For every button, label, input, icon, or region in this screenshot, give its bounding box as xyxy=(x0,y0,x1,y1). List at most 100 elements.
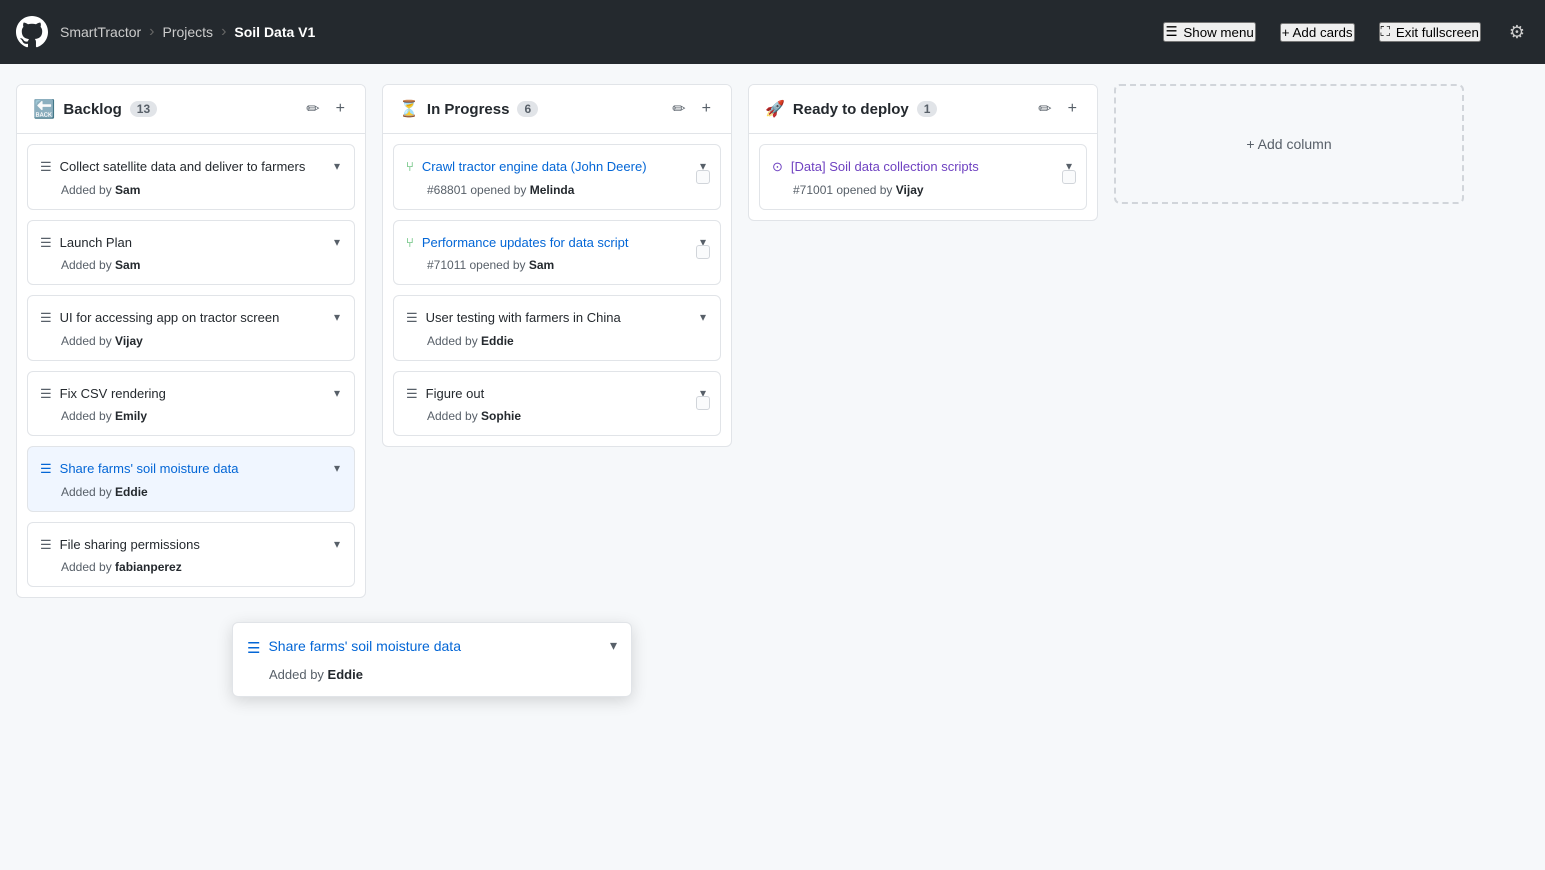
popup-card-title[interactable]: Share farms' soil moisture data xyxy=(268,637,602,657)
card-author: Emily xyxy=(115,409,147,423)
card-title: Collect satellite data and deliver to fa… xyxy=(60,157,324,177)
card-meta: Added by Emily xyxy=(61,409,342,423)
exit-fullscreen-button[interactable]: ⛶ Exit fullscreen xyxy=(1379,22,1481,42)
settings-button[interactable]: ⚙ xyxy=(1505,18,1529,47)
column-inprogress: ⏳ In Progress 6 ✏ + ⑂ Crawl tractor engi… xyxy=(382,84,732,447)
exit-fullscreen-label: Exit fullscreen xyxy=(1396,25,1479,40)
app-header: SmartTractor › Projects › Soil Data V1 ☰… xyxy=(0,0,1545,64)
card-expand-button[interactable]: ▾ xyxy=(332,157,342,175)
inprogress-count: 6 xyxy=(517,101,538,117)
breadcrumb-projects[interactable]: Projects xyxy=(162,24,213,40)
card-expand-button[interactable]: ▾ xyxy=(332,459,342,477)
note-icon: ☰ xyxy=(40,235,52,251)
readytodeploy-edit-button[interactable]: ✏ xyxy=(1034,97,1055,121)
popup-card-author: Eddie xyxy=(328,667,363,682)
card-author: fabianperez xyxy=(115,560,182,574)
board-scroll: 🔙 Backlog 13 ✏ + ☰ Collect satellite dat… xyxy=(0,64,1545,870)
show-menu-button[interactable]: ☰ Show menu xyxy=(1163,22,1255,42)
card-meta: Added by Vijay xyxy=(61,334,342,348)
card-meta: #71001 opened by Vijay xyxy=(793,183,1074,197)
board-wrapper: 🔙 Backlog 13 ✏ + ☰ Collect satellite dat… xyxy=(0,64,1545,870)
card-crawl-tractor: ⑂ Crawl tractor engine data (John Deere)… xyxy=(393,144,721,210)
hamburger-icon: ☰ xyxy=(1165,24,1177,40)
card-number: #71001 xyxy=(793,183,833,197)
pr-icon: ⑂ xyxy=(406,159,414,174)
readytodeploy-add-button[interactable]: + xyxy=(1064,98,1081,120)
card-number: #71011 xyxy=(427,258,466,272)
add-column-button[interactable]: + Add column xyxy=(1114,84,1464,204)
card-expand-button[interactable]: ▾ xyxy=(332,308,342,326)
card-author: Eddie xyxy=(481,334,514,348)
inprogress-edit-button[interactable]: ✏ xyxy=(668,97,689,121)
card-title[interactable]: Performance updates for data script xyxy=(422,233,690,253)
show-menu-label: Show menu xyxy=(1183,25,1253,40)
card-title[interactable]: [Data] Soil data collection scripts xyxy=(791,157,1056,177)
card-expand-button[interactable]: ▾ xyxy=(698,308,708,326)
backlog-count: 13 xyxy=(130,101,157,117)
readytodeploy-count: 1 xyxy=(917,101,938,117)
card-performance-updates: ⑂ Performance updates for data script ▾ … xyxy=(393,220,721,286)
backlog-icon: 🔙 xyxy=(33,99,55,120)
card-expand-button[interactable]: ▾ xyxy=(332,384,342,402)
popup-card-meta: Added by Eddie xyxy=(269,667,617,682)
popup-note-icon: ☰ xyxy=(247,639,260,657)
card-checkbox[interactable] xyxy=(696,170,710,184)
card-share-farms-backlog: ☰ Share farms' soil moisture data ▾ Adde… xyxy=(27,446,355,512)
card-title[interactable]: Crawl tractor engine data (John Deere) xyxy=(422,157,690,177)
card-title: Fix CSV rendering xyxy=(60,384,324,404)
card-collect-satellite: ☰ Collect satellite data and deliver to … xyxy=(27,144,355,210)
add-column-label: + Add column xyxy=(1246,136,1331,152)
note-icon: ☰ xyxy=(40,461,52,477)
card-figure-out: ☰ Figure out ▾ Added by Sophie xyxy=(393,371,721,437)
card-checkbox[interactable] xyxy=(696,245,710,259)
card-expand-button[interactable]: ▾ xyxy=(332,233,342,251)
card-fix-csv: ☰ Fix CSV rendering ▾ Added by Emily xyxy=(27,371,355,437)
card-meta: #68801 opened by Melinda xyxy=(427,183,708,197)
note-icon: ☰ xyxy=(40,159,52,175)
note-icon: ☰ xyxy=(40,386,52,402)
card-meta: #71011 opened by Sam xyxy=(427,258,708,272)
note-icon: ☰ xyxy=(40,310,52,326)
card-author: Sam xyxy=(529,258,554,272)
inprogress-title: In Progress xyxy=(427,101,510,118)
add-cards-button[interactable]: + Add cards xyxy=(1280,23,1355,42)
note-icon: ☰ xyxy=(406,386,418,402)
column-header-backlog: 🔙 Backlog 13 ✏ + xyxy=(17,85,365,134)
add-cards-label: + Add cards xyxy=(1282,25,1353,40)
card-meta: Added by Eddie xyxy=(427,334,708,348)
readytodeploy-icon: 🚀 xyxy=(765,99,785,119)
note-icon: ☰ xyxy=(40,537,52,553)
card-title: Launch Plan xyxy=(60,233,324,253)
card-file-sharing: ☰ File sharing permissions ▾ Added by fa… xyxy=(27,522,355,588)
column-header-readytodeploy: 🚀 Ready to deploy 1 ✏ + xyxy=(749,85,1097,134)
note-icon: ☰ xyxy=(406,310,418,326)
inprogress-add-button[interactable]: + xyxy=(698,98,715,120)
backlog-title: Backlog xyxy=(63,101,121,118)
backlog-add-button[interactable]: + xyxy=(332,98,349,120)
card-ui-tractor: ☰ UI for accessing app on tractor screen… xyxy=(27,295,355,361)
breadcrumb-title: Soil Data V1 xyxy=(234,24,315,40)
card-meta: Added by Sam xyxy=(61,183,342,197)
card-author: Vijay xyxy=(115,334,143,348)
github-logo xyxy=(16,16,48,48)
card-expand-button[interactable]: ▾ xyxy=(332,535,342,553)
column-backlog: 🔙 Backlog 13 ✏ + ☰ Collect satellite dat… xyxy=(16,84,366,598)
popup-share-farms: ☰ Share farms' soil moisture data ▾ Adde… xyxy=(232,622,632,697)
card-title: User testing with farmers in China xyxy=(426,308,690,328)
card-title: UI for accessing app on tractor screen xyxy=(60,308,324,328)
column-header-inprogress: ⏳ In Progress 6 ✏ + xyxy=(383,85,731,134)
card-soil-scripts: ⊙ [Data] Soil data collection scripts ▾ … xyxy=(759,144,1087,210)
breadcrumb-org[interactable]: SmartTractor xyxy=(60,24,141,40)
backlog-edit-button[interactable]: ✏ xyxy=(302,97,323,121)
card-title[interactable]: Share farms' soil moisture data xyxy=(60,459,324,479)
popup-expand-button[interactable]: ▾ xyxy=(610,637,617,654)
card-author: Vijay xyxy=(896,183,924,197)
inprogress-icon: ⏳ xyxy=(399,99,419,119)
card-checkbox[interactable] xyxy=(1062,170,1076,184)
issue-icon: ⊙ xyxy=(772,159,783,175)
card-meta: Added by fabianperez xyxy=(61,560,342,574)
breadcrumb-sep2: › xyxy=(221,23,226,41)
card-checkbox[interactable] xyxy=(696,396,710,410)
breadcrumb: SmartTractor › Projects › Soil Data V1 xyxy=(60,23,315,41)
card-title: File sharing permissions xyxy=(60,535,324,555)
